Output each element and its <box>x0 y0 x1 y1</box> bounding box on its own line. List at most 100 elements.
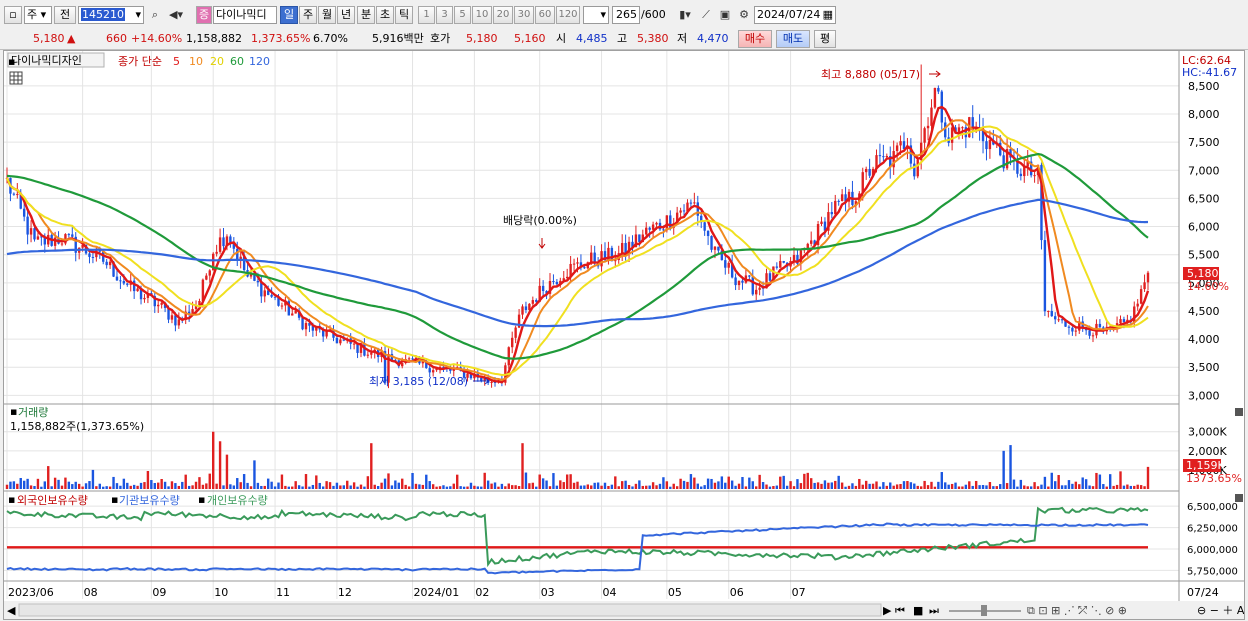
interval-5[interactable]: 5 <box>454 6 471 24</box>
volume-bar <box>541 478 545 489</box>
volume-bar <box>878 486 882 489</box>
stock-code-input[interactable]: 145210 ▾ <box>78 6 144 24</box>
interval-1[interactable]: 1 <box>418 6 435 24</box>
dividend-annotation: 배당락(0.00%) <box>503 214 577 227</box>
sell-button[interactable]: 매도 <box>776 30 810 48</box>
candle <box>1047 310 1050 312</box>
buy-button[interactable]: 매수 <box>738 30 772 48</box>
volume-bar <box>71 484 74 489</box>
interval-120[interactable]: 120 <box>556 6 580 24</box>
volume-bar <box>53 477 57 489</box>
interval-10[interactable]: 10 <box>472 6 492 24</box>
candle <box>758 287 761 290</box>
close-holding-panel-icon[interactable] <box>1235 494 1243 502</box>
volume-bar <box>772 486 775 489</box>
calendar-icon[interactable]: ▦ <box>823 7 833 23</box>
speaker-icon[interactable]: ◀▾ <box>165 6 187 24</box>
volume-bar <box>277 482 280 489</box>
volume-bar <box>260 485 263 489</box>
last-page-icon[interactable]: ⏭ <box>929 604 939 617</box>
period-second[interactable]: 초 <box>376 6 394 24</box>
save-icon[interactable]: ▣ <box>716 6 734 24</box>
volume-bar <box>620 481 624 489</box>
table-icon[interactable] <box>9 71 23 85</box>
volume-bar <box>641 485 644 489</box>
zoom-icons[interactable]: ⊖ − ＋ A <box>1197 604 1244 617</box>
date-tick-label: 02 <box>475 586 489 599</box>
period-year[interactable]: 년 <box>337 6 355 24</box>
volume-bar <box>868 483 871 489</box>
ma120-legend: 120 <box>249 55 270 68</box>
interval-20[interactable]: 20 <box>493 6 513 24</box>
volume-bar <box>840 482 844 489</box>
interval-select[interactable]: ▾ <box>583 6 609 24</box>
zoom-slider-handle[interactable] <box>981 605 987 616</box>
candle-type-icon[interactable]: ▮▾ <box>676 6 694 24</box>
interval-30[interactable]: 30 <box>514 6 534 24</box>
volume-bar <box>122 478 126 489</box>
volume-bar <box>129 485 132 489</box>
scrollbar-track[interactable] <box>18 603 882 617</box>
volume-bar <box>957 486 961 489</box>
stock-chart[interactable]: 3,0003,5004,0004,5005,0005,5006,0006,500… <box>4 51 1244 619</box>
draw-tool-icon[interactable]: ⟋ <box>697 6 715 24</box>
period-week[interactable]: 주 <box>299 6 317 24</box>
volume-bar <box>779 476 782 489</box>
scroll-left-icon[interactable]: ◀ <box>7 604 16 617</box>
candle <box>885 155 889 158</box>
count-input[interactable]: 265 <box>612 6 640 24</box>
stop-icon[interactable]: ■ <box>913 604 923 617</box>
zeung-badge: 증 <box>196 6 212 24</box>
volume-bar <box>356 486 359 489</box>
date-tick-label: 08 <box>84 586 98 599</box>
volume-bar <box>242 474 246 489</box>
period-tick[interactable]: 틱 <box>395 6 413 24</box>
volume-bar <box>132 484 136 489</box>
volume-bar <box>583 485 586 489</box>
volume-bar <box>748 477 751 489</box>
window-menu-icon[interactable]: ▫ <box>4 6 22 24</box>
volume-bar <box>985 485 988 489</box>
candle <box>304 323 308 330</box>
candle <box>143 297 146 300</box>
volume-bar <box>256 482 260 489</box>
first-page-icon[interactable]: ⏮ <box>895 604 905 617</box>
title-icon: ▪ <box>8 55 15 68</box>
date-tick-label: 09 <box>152 586 166 599</box>
price-tick-label: 4,500 <box>1188 305 1220 318</box>
scroll-right-icon[interactable]: ▶ <box>883 604 892 617</box>
volume-bar <box>1057 475 1060 489</box>
search-icon[interactable]: ⌕ <box>148 6 162 24</box>
candle <box>12 193 16 195</box>
volume-bar <box>1054 481 1057 489</box>
period-day[interactable]: 일 <box>280 6 298 24</box>
period-month[interactable]: 월 <box>318 6 336 24</box>
interval-3[interactable]: 3 <box>436 6 453 24</box>
eval-button[interactable]: 평 <box>814 30 836 48</box>
chart-tools-icon[interactable]: ⧉ ⊡ ⊞ ⋰ ⤱ ⋱ ⊘ ⊕ <box>1027 604 1127 617</box>
volume-bar <box>77 483 81 489</box>
volume-bar <box>796 479 799 489</box>
volume-bar <box>81 486 84 489</box>
volume-bar <box>301 486 304 489</box>
volume-bar <box>1133 485 1136 489</box>
gear-icon[interactable]: ⚙ <box>735 6 753 24</box>
close-volume-panel-icon[interactable] <box>1235 408 1243 416</box>
volume-bar <box>1005 483 1009 489</box>
volume-bar <box>1002 450 1005 489</box>
candle <box>583 267 586 269</box>
stock-title: 다이나믹디자인 <box>11 54 82 67</box>
period-minute[interactable]: 분 <box>357 6 375 24</box>
candle <box>706 230 710 237</box>
candle <box>108 261 112 266</box>
candle <box>490 381 493 383</box>
price-tick-label: 5,500 <box>1188 249 1220 262</box>
interval-60[interactable]: 60 <box>535 6 555 24</box>
date-input[interactable]: 2024/07/24 ▦ <box>754 6 836 24</box>
volume-bar <box>751 481 754 489</box>
candle <box>724 260 727 268</box>
volume-bar <box>407 486 411 489</box>
prev-button[interactable]: 전 <box>54 6 76 24</box>
market-select[interactable]: 주 ▾ <box>24 6 52 24</box>
turnover-rate: 6.70% <box>313 32 348 45</box>
